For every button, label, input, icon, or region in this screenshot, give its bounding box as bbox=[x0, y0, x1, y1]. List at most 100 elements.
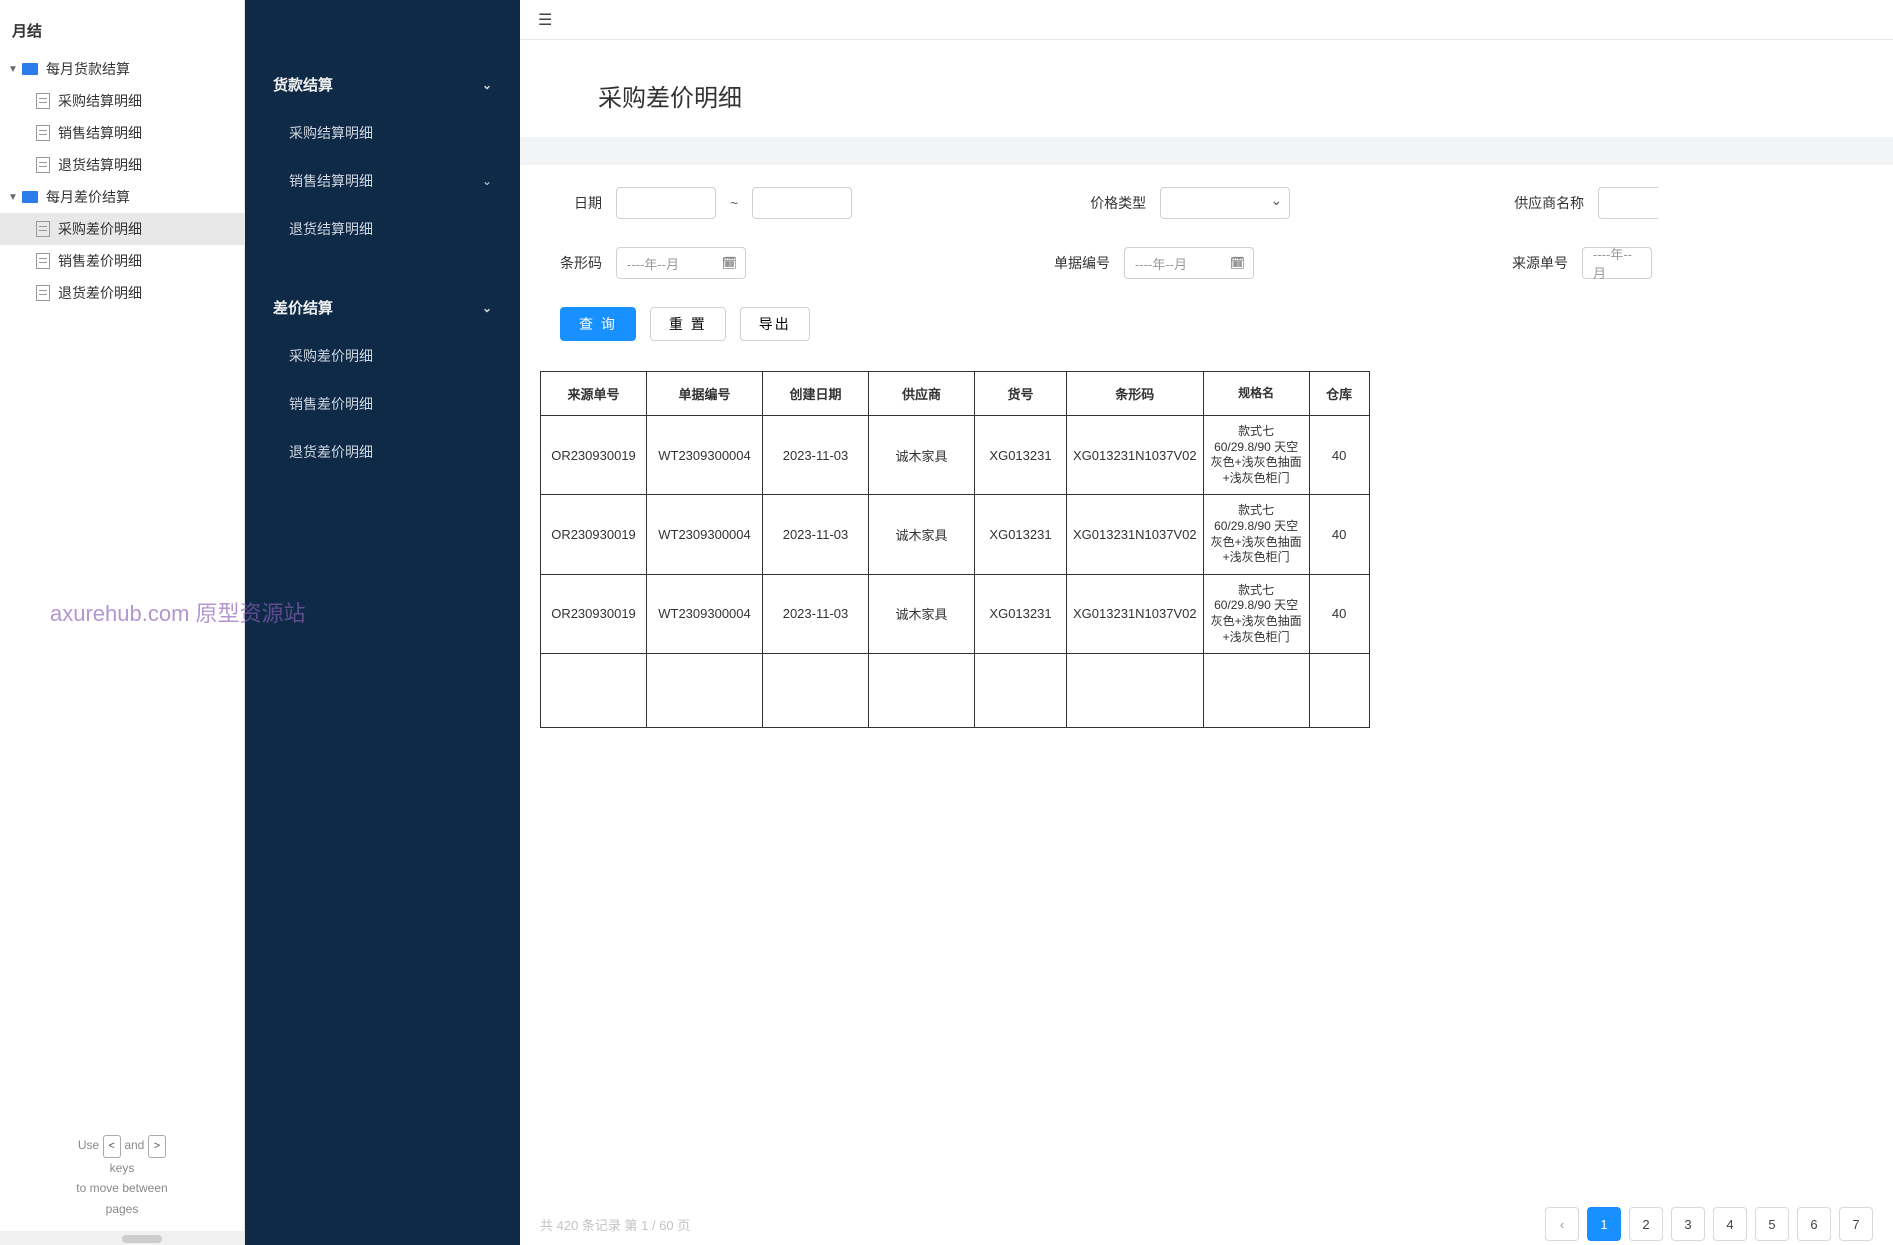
sidenav-item-label: 退货差价明细 bbox=[289, 442, 373, 462]
tree-item-label: 退货结算明细 bbox=[58, 155, 142, 175]
date-placeholder: ----年--月 bbox=[1593, 244, 1643, 282]
col-sup: 供应商 bbox=[869, 372, 975, 416]
cell-empty bbox=[763, 654, 869, 728]
calendar-icon: 🗓 bbox=[1230, 256, 1245, 270]
caret-down-icon: ▼ bbox=[8, 64, 18, 75]
cell-doc: WT2309300004 bbox=[647, 574, 763, 653]
sidenav-item-purchase-settle[interactable]: 采购结算明细 bbox=[245, 109, 520, 157]
tree-title: 月结 bbox=[0, 0, 244, 53]
pager-page-6[interactable]: 6 bbox=[1797, 1207, 1831, 1241]
date-to-input[interactable] bbox=[752, 187, 852, 219]
cell-src: OR230930019 bbox=[541, 495, 647, 574]
col-doc: 单据编号 bbox=[647, 372, 763, 416]
date-from-input[interactable] bbox=[616, 187, 716, 219]
filter-label-srcno: 来源单号 bbox=[1482, 253, 1568, 273]
tree-item-return-diff[interactable]: 退货差价明细 bbox=[0, 277, 244, 309]
tree-group-label: 每月货款结算 bbox=[46, 59, 130, 79]
cell-hh: XG013231 bbox=[975, 574, 1067, 653]
srcno-date-input[interactable]: ----年--月 bbox=[1582, 247, 1652, 279]
col-src: 来源单号 bbox=[541, 372, 647, 416]
cell-empty bbox=[647, 654, 763, 728]
cell-empty bbox=[975, 654, 1067, 728]
col-hh: 货号 bbox=[975, 372, 1067, 416]
cell-date: 2023-11-03 bbox=[763, 416, 869, 495]
sidenav-item-sales-settle[interactable]: 销售结算明细 ⌄ bbox=[245, 157, 520, 205]
sidenav-item-sales-diff[interactable]: 销售差价明细 bbox=[245, 380, 520, 428]
cell-empty bbox=[1309, 654, 1369, 728]
pager-page-2[interactable]: 2 bbox=[1629, 1207, 1663, 1241]
pager-page-1[interactable]: 1 bbox=[1587, 1207, 1621, 1241]
range-separator: ~ bbox=[730, 195, 738, 211]
filter-label-price-type: 价格类型 bbox=[1060, 193, 1146, 213]
cell-bar: XG013231N1037V02 bbox=[1067, 574, 1204, 653]
pager-page-5[interactable]: 5 bbox=[1755, 1207, 1789, 1241]
tree-item-sales-diff[interactable]: 销售差价明细 bbox=[0, 245, 244, 277]
cell-spec: 款式七 60/29.8/90 天空灰色+浅灰色抽面+浅灰色柜门 bbox=[1203, 495, 1309, 574]
sidenav-group-label: 货款结算 bbox=[273, 74, 333, 95]
prev-key-icon: < bbox=[103, 1135, 121, 1158]
cell-sup: 诚木家具 bbox=[869, 574, 975, 653]
tree-item-sales-settle[interactable]: 销售结算明细 bbox=[0, 117, 244, 149]
cell-spec: 款式七 60/29.8/90 天空灰色+浅灰色抽面+浅灰色柜门 bbox=[1203, 574, 1309, 653]
sidenav-item-return-diff[interactable]: 退货差价明细 bbox=[245, 428, 520, 476]
cell-empty bbox=[869, 654, 975, 728]
pager-page-4[interactable]: 4 bbox=[1713, 1207, 1747, 1241]
price-type-select[interactable] bbox=[1160, 187, 1290, 219]
table-row[interactable]: OR230930019WT23093000042023-11-03诚木家具XG0… bbox=[541, 574, 1370, 653]
filter-label-supplier: 供应商名称 bbox=[1498, 193, 1584, 213]
pager-prev[interactable]: ‹ bbox=[1545, 1207, 1579, 1241]
tree-item-return-settle[interactable]: 退货结算明细 bbox=[0, 149, 244, 181]
cell-bar: XG013231N1037V02 bbox=[1067, 416, 1204, 495]
pagination: 共 420 条记录 第 1 / 60 页 ‹ 1 2 3 4 5 6 7 bbox=[520, 1193, 1893, 1245]
chevron-down-icon: ⌄ bbox=[482, 174, 492, 188]
filter-label-barcode: 条形码 bbox=[540, 253, 602, 273]
tree-item-label: 采购结算明细 bbox=[58, 91, 142, 111]
footer-text: keys bbox=[12, 1158, 232, 1178]
pager-page-3[interactable]: 3 bbox=[1671, 1207, 1705, 1241]
sidenav-item-label: 采购差价明细 bbox=[289, 346, 373, 366]
supplier-input[interactable] bbox=[1598, 187, 1658, 219]
table-row[interactable]: OR230930019WT23093000042023-11-03诚木家具XG0… bbox=[541, 495, 1370, 574]
tree-group-payment[interactable]: ▼ 每月货款结算 bbox=[0, 53, 244, 85]
reset-button[interactable]: 重 置 bbox=[650, 307, 726, 341]
sidenav-item-purchase-diff[interactable]: 采购差价明细 bbox=[245, 332, 520, 380]
table-row-empty bbox=[541, 654, 1370, 728]
pager-info: 共 420 条记录 第 1 / 60 页 bbox=[540, 1215, 690, 1234]
sidebar-collapse-icon[interactable]: ☰ bbox=[538, 10, 552, 30]
horizontal-scrollbar[interactable] bbox=[0, 1231, 244, 1245]
topbar: ☰ bbox=[520, 0, 1893, 40]
barcode-date-input[interactable]: ----年--月 🗓 bbox=[616, 247, 746, 279]
table-row[interactable]: OR230930019WT23093000042023-11-03诚木家具XG0… bbox=[541, 416, 1370, 495]
chevron-down-icon: ⌄ bbox=[482, 301, 492, 315]
tree-item-purchase-diff[interactable]: 采购差价明细 bbox=[0, 213, 244, 245]
sidenav-item-label: 退货结算明细 bbox=[289, 219, 373, 239]
sidenav-group-diff[interactable]: 差价结算 ⌄ bbox=[245, 283, 520, 332]
tree-item-label: 采购差价明细 bbox=[58, 219, 142, 239]
sidenav: 货款结算 ⌄ 采购结算明细 销售结算明细 ⌄ 退货结算明细 差价结算 ⌄ 采购差… bbox=[245, 0, 520, 1245]
tree-group-diff[interactable]: ▼ 每月差价结算 bbox=[0, 181, 244, 213]
cell-bar: XG013231N1037V02 bbox=[1067, 495, 1204, 574]
tree-item-purchase-settle[interactable]: 采购结算明细 bbox=[0, 85, 244, 117]
footer-text: to move between bbox=[12, 1178, 232, 1198]
cell-sup: 诚木家具 bbox=[869, 495, 975, 574]
tree-item-label: 退货差价明细 bbox=[58, 283, 142, 303]
cell-wh: 40 bbox=[1309, 574, 1369, 653]
table-wrap: 来源单号 单据编号 创建日期 供应商 货号 条形码 规格名 仓库 OR23093… bbox=[520, 341, 1893, 728]
sidenav-item-return-settle[interactable]: 退货结算明细 bbox=[245, 205, 520, 253]
cell-hh: XG013231 bbox=[975, 495, 1067, 574]
page-icon bbox=[36, 285, 50, 301]
export-button[interactable]: 导出 bbox=[740, 307, 810, 341]
col-bar: 条形码 bbox=[1067, 372, 1204, 416]
col-wh: 仓库 bbox=[1309, 372, 1369, 416]
footer-text: and bbox=[124, 1138, 144, 1152]
query-button[interactable]: 查 询 bbox=[560, 307, 636, 341]
sidenav-group-payment[interactable]: 货款结算 ⌄ bbox=[245, 60, 520, 109]
data-table: 来源单号 单据编号 创建日期 供应商 货号 条形码 规格名 仓库 OR23093… bbox=[540, 371, 1370, 728]
docno-date-input[interactable]: ----年--月 🗓 bbox=[1124, 247, 1254, 279]
cell-empty bbox=[541, 654, 647, 728]
cell-hh: XG013231 bbox=[975, 416, 1067, 495]
sidenav-item-label: 采购结算明细 bbox=[289, 123, 373, 143]
scroll-thumb[interactable] bbox=[122, 1235, 162, 1243]
pager-page-7[interactable]: 7 bbox=[1839, 1207, 1873, 1241]
cell-src: OR230930019 bbox=[541, 416, 647, 495]
